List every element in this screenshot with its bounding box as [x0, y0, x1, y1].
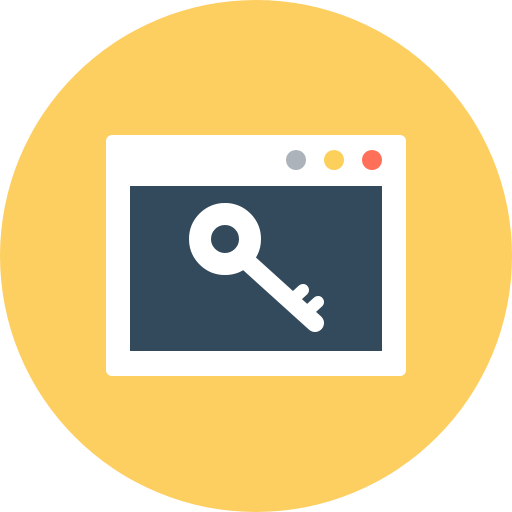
key-tooth-2 [300, 296, 324, 319]
key-shape [189, 203, 324, 332]
key-icon [189, 203, 324, 332]
key-tooth-1 [286, 284, 309, 306]
